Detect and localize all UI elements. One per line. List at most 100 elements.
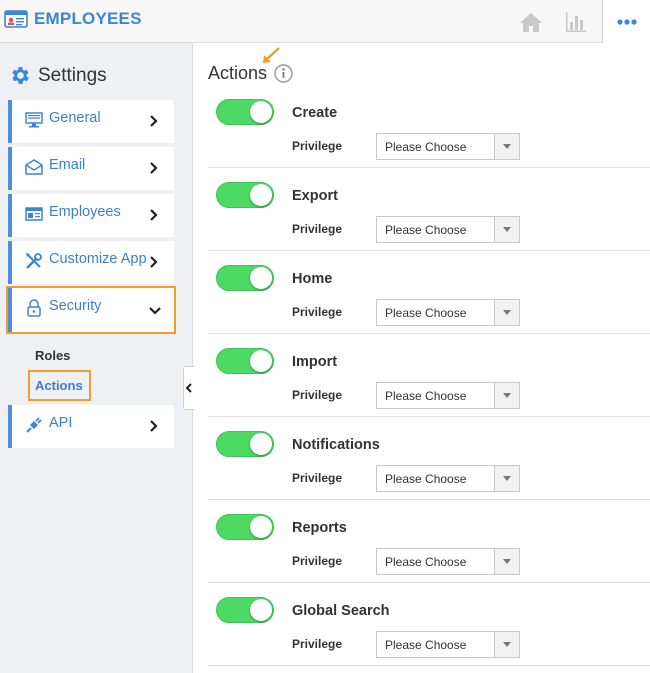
chevron-right-icon [150,162,158,174]
privilege-label: Privilege [292,388,343,402]
settings-heading: Settings [8,64,107,87]
app-title[interactable]: EMPLOYEES [4,9,142,29]
action-toggle[interactable] [216,597,274,623]
sidebar-item-security[interactable]: Security [6,286,176,334]
dropdown-caret-icon [494,217,519,242]
privilege-select-value: Please Choose [385,140,467,154]
action-row: Import Privilege Please Choose [194,334,650,417]
chevron-left-icon [185,383,192,393]
action-name: Import [292,354,338,370]
action-row: Reports Privilege Please Choose [194,500,650,583]
row-divider [208,665,650,666]
action-toggle[interactable] [216,99,274,125]
sidebar-subitem-roles[interactable]: Roles [35,348,70,363]
more-dots-icon [616,18,637,25]
sidebar-collapse-handle[interactable] [183,366,194,410]
monitor-icon [25,111,43,129]
privilege-select[interactable]: Please Choose [376,299,520,326]
tools-icon [25,252,43,270]
id-card-icon [25,205,43,223]
home-button[interactable] [517,8,545,36]
reports-button[interactable] [562,8,590,36]
privilege-label: Privilege [292,471,343,485]
privilege-select[interactable]: Please Choose [376,465,520,492]
dropdown-caret-icon [494,632,519,657]
settings-title: Settings [38,64,107,86]
toggle-knob [250,599,272,621]
sidebar-item-label: Email [49,157,86,173]
dropdown-caret-icon [494,466,519,491]
privilege-select-value: Please Choose [385,223,467,237]
privilege-select[interactable]: Please Choose [376,216,520,243]
sidebar: Settings General Email Employees Customi… [0,43,193,673]
actions-highlight-box [28,370,91,401]
sidebar-item-general[interactable]: General [8,100,174,143]
gear-icon [12,67,29,84]
more-button[interactable] [603,0,650,43]
sidebar-item-customize-app[interactable]: Customize App [8,241,174,284]
plug-icon [25,416,43,434]
chevron-right-icon [150,420,158,432]
action-row: Create Privilege Please Choose [194,85,650,168]
toggle-knob [250,433,272,455]
privilege-label: Privilege [292,222,343,236]
app-title-text: EMPLOYEES [34,9,142,28]
action-row: Notifications Privilege Please Choose [194,417,650,500]
privilege-select-value: Please Choose [385,555,467,569]
toggle-knob [250,350,272,372]
sidebar-item-label: Customize App [49,251,147,267]
action-name: Export [292,188,338,204]
sidebar-item-email[interactable]: Email [8,147,174,190]
toggle-knob [250,101,272,123]
dropdown-caret-icon [494,383,519,408]
action-name: Notifications [292,437,380,453]
envelope-icon [25,158,43,176]
sidebar-item-label: Employees [49,204,121,220]
sidebar-item-label: General [49,110,101,126]
action-toggle[interactable] [216,348,274,374]
dropdown-caret-icon [494,300,519,325]
home-icon [520,13,542,32]
toggle-knob [250,184,272,206]
sidebar-item-api[interactable]: API [8,405,174,448]
action-name: Reports [292,520,347,536]
action-toggle[interactable] [216,182,274,208]
privilege-select-value: Please Choose [385,472,467,486]
privilege-select-value: Please Choose [385,389,467,403]
action-name: Global Search [292,603,390,619]
privilege-select-value: Please Choose [385,638,467,652]
top-bar: EMPLOYEES [0,0,650,43]
action-toggle[interactable] [216,431,274,457]
privilege-select[interactable]: Please Choose [376,382,520,409]
info-icon[interactable] [274,64,293,83]
action-toggle[interactable] [216,514,274,540]
sidebar-item-employees[interactable]: Employees [8,194,174,237]
chevron-right-icon [150,209,158,221]
action-toggle[interactable] [216,265,274,291]
privilege-label: Privilege [292,305,343,319]
privilege-label: Privilege [292,554,343,568]
toggle-knob [250,516,272,538]
chevron-down-icon [149,307,161,315]
dropdown-caret-icon [494,549,519,574]
page-title: Actions [208,63,268,83]
dropdown-caret-icon [494,134,519,159]
chevron-right-icon [150,115,158,127]
privilege-select[interactable]: Please Choose [376,133,520,160]
privilege-select-value: Please Choose [385,306,467,320]
privilege-select[interactable]: Please Choose [376,548,520,575]
toggle-knob [250,267,272,289]
app-logo-icon [4,10,28,28]
sidebar-item-label: API [49,415,73,431]
action-name: Home [292,271,333,287]
chevron-right-icon [150,256,158,268]
privilege-select[interactable]: Please Choose [376,631,520,658]
action-row: Export Privilege Please Choose [194,168,650,251]
privilege-label: Privilege [292,139,343,153]
main-content: Actions Create Privilege Please Choose Expo… [194,43,650,673]
bar-chart-icon [566,12,586,32]
action-row: Global Search Privilege Please Choose [194,583,650,666]
action-row: Home Privilege Please Choose [194,251,650,334]
action-name: Create [292,105,338,121]
privilege-label: Privilege [292,637,343,651]
